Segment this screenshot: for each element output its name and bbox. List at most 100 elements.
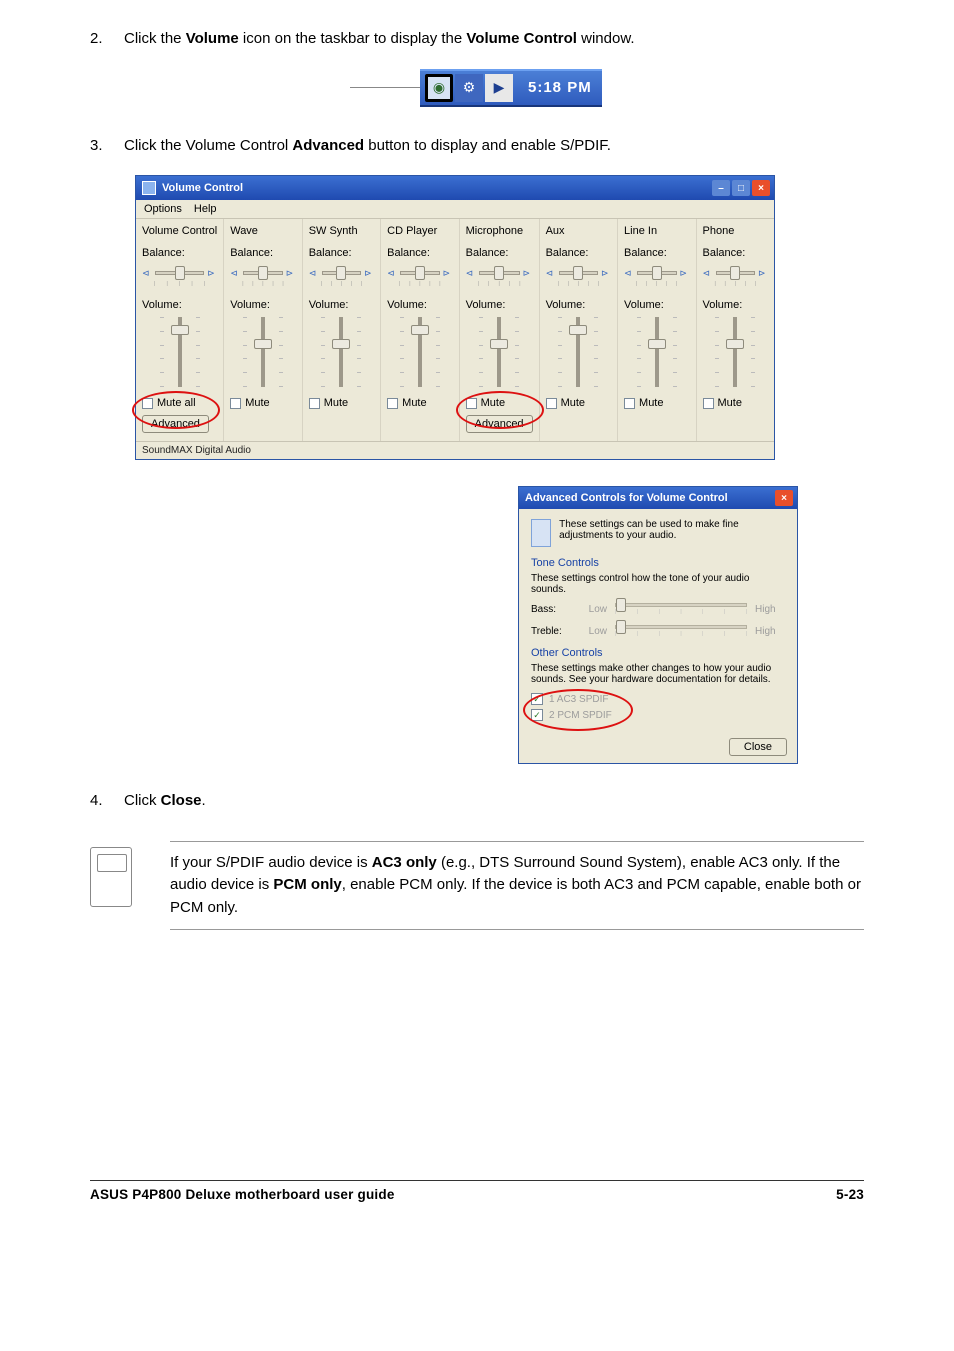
taskbar-figure: ◉ ⚙ ▶ 5:18 PM (350, 69, 864, 107)
t: button to display and enable S/PDIF. (364, 137, 611, 154)
menu-options[interactable]: Options (144, 203, 182, 215)
vc-col-volume-control: Volume ControlBalance:⊲⊳|||||Volume:Mute… (136, 219, 224, 441)
mute-row: Mute (703, 397, 768, 409)
speaker-right-icon: ⊳ (286, 268, 296, 278)
footer-right: 5-23 (395, 1187, 864, 1202)
mute-row: Mute (309, 397, 374, 409)
menu-help[interactable]: Help (194, 203, 217, 215)
speaker-left-icon: ⊲ (309, 268, 319, 278)
pointer-line (350, 87, 420, 88)
volume-label: Volume: (387, 299, 452, 311)
vc-title-buttons: – □ × (712, 180, 770, 196)
balance-slider[interactable]: ⊲⊳ (230, 265, 295, 281)
mute-checkbox[interactable] (230, 398, 241, 409)
mute-row: Mute (230, 397, 295, 409)
volume-slider[interactable] (703, 317, 768, 387)
volume-slider[interactable] (624, 317, 689, 387)
mute-row: Mute (466, 397, 533, 409)
volume-slider[interactable] (466, 317, 533, 387)
balance-ticks: ||||| (546, 281, 611, 287)
vc-title: Volume Control (162, 182, 712, 194)
t: Close (161, 792, 202, 809)
ad-title: Advanced Controls for Volume Control (525, 492, 775, 504)
volume-slider[interactable] (230, 317, 295, 387)
vc-col-wave: WaveBalance:⊲⊳|||||Volume:Mute (224, 219, 302, 441)
other-head: Other Controls (531, 647, 785, 659)
mute-row: Mute (546, 397, 611, 409)
balance-slider[interactable]: ⊲⊳ (546, 265, 611, 281)
volume-slider[interactable] (546, 317, 611, 387)
t: Click (124, 792, 161, 809)
balance-label: Balance: (624, 247, 689, 259)
speaker-right-icon: ⊳ (443, 268, 453, 278)
balance-slider[interactable]: ⊲⊳ (142, 265, 217, 281)
balance-slider[interactable]: ⊲⊳ (624, 265, 689, 281)
volume-label: Volume: (230, 299, 295, 311)
balance-label: Balance: (703, 247, 768, 259)
speaker-left-icon: ⊲ (142, 268, 152, 278)
mute-checkbox[interactable] (466, 398, 477, 409)
mute-checkbox[interactable] (546, 398, 557, 409)
advanced-controls-dialog: Advanced Controls for Volume Control × T… (518, 486, 798, 764)
ad-close-button[interactable]: Close (729, 738, 787, 756)
ad-titlebar[interactable]: Advanced Controls for Volume Control × (519, 487, 797, 509)
vc-body: Volume ControlBalance:⊲⊳|||||Volume:Mute… (136, 219, 774, 441)
step-3-text: Click the Volume Control Advanced button… (124, 135, 864, 158)
step-3: 3. Click the Volume Control Advanced but… (90, 135, 864, 158)
vc-titlebar[interactable]: Volume Control – □ × (136, 176, 774, 200)
chk-pcm[interactable]: ✓ (531, 709, 543, 721)
volume-slider[interactable] (387, 317, 452, 387)
balance-label: Balance: (230, 247, 295, 259)
volume-tray-icon[interactable]: ◉ (425, 74, 453, 102)
tray-icon-2[interactable]: ▶ (485, 74, 513, 102)
mute-checkbox[interactable] (624, 398, 635, 409)
chk-ac3[interactable]: ✓ (531, 693, 543, 705)
volume-control-window: Volume Control – □ × Options Help Volume … (135, 175, 775, 460)
volume-slider[interactable] (309, 317, 374, 387)
treble-slider[interactable]: ||||||| (615, 625, 747, 637)
balance-slider[interactable]: ⊲⊳ (387, 265, 452, 281)
chk-ac3-row: ✓ 1 AC3 SPDIF (531, 693, 785, 705)
mute-checkbox[interactable] (309, 398, 320, 409)
t: Click the Volume Control (124, 137, 292, 154)
bass-slider[interactable]: ||||||| (615, 603, 747, 615)
balance-label: Balance: (309, 247, 374, 259)
maximize-button[interactable]: □ (732, 180, 750, 196)
close-button[interactable]: × (752, 180, 770, 196)
ad-close-x[interactable]: × (775, 490, 793, 506)
t: window. (577, 30, 635, 47)
volume-label: Volume: (624, 299, 689, 311)
minimize-button[interactable]: – (712, 180, 730, 196)
bass-low: Low (577, 604, 607, 615)
volume-slider[interactable] (142, 317, 217, 387)
ad-body: These settings can be used to make fine … (519, 509, 797, 735)
step-3-num: 3. (90, 135, 124, 158)
chk-pcm-row: ✓ 2 PCM SPDIF (531, 709, 785, 721)
balance-label: Balance: (142, 247, 217, 259)
balance-slider[interactable]: ⊲⊳ (703, 265, 768, 281)
mute-all-checkbox[interactable] (142, 398, 153, 409)
tray-icon-1[interactable]: ⚙ (455, 74, 483, 102)
vc-col-aux: AuxBalance:⊲⊳|||||Volume:Mute (540, 219, 618, 441)
t: Volume Control (466, 30, 577, 47)
volume-label: Volume: (466, 299, 533, 311)
vc-title-icon (142, 181, 156, 195)
advanced-button[interactable]: Advanced (466, 415, 533, 433)
ad-desc: These settings can be used to make fine … (559, 519, 785, 547)
advanced-button[interactable]: Advanced (142, 415, 209, 433)
other-desc: These settings make other changes to how… (531, 663, 785, 685)
vc-col-title: Phone (703, 225, 768, 237)
balance-slider[interactable]: ⊲⊳ (309, 265, 374, 281)
t: Click the (124, 30, 186, 47)
treble-row: Treble: Low ||||||| High (531, 625, 785, 637)
speaker-right-icon: ⊳ (523, 268, 533, 278)
volume-label: Volume: (703, 299, 768, 311)
mute-checkbox[interactable] (387, 398, 398, 409)
mute-checkbox[interactable] (703, 398, 714, 409)
mute-label: Mute (402, 397, 426, 409)
note-text: If your S/PDIF audio device is AC3 only … (170, 852, 864, 920)
balance-ticks: ||||| (466, 281, 533, 287)
mute-label: Mute (561, 397, 585, 409)
vc-col-title: Microphone (466, 225, 533, 237)
balance-slider[interactable]: ⊲⊳ (466, 265, 533, 281)
